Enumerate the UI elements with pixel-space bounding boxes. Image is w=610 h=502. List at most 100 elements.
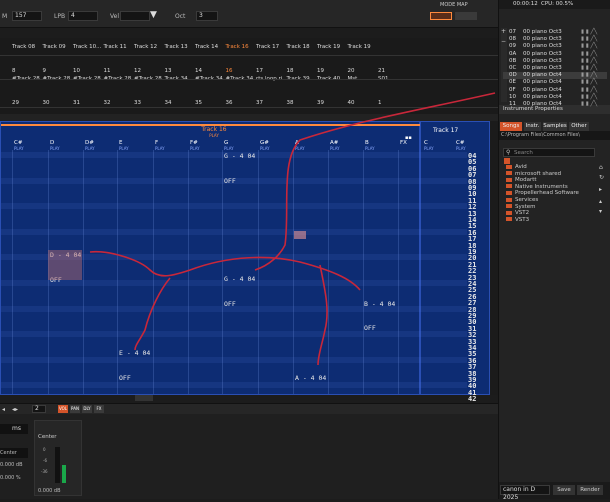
center-label: Center	[38, 434, 57, 440]
instrument-name: 00 piano Oct4	[523, 101, 562, 107]
instrument-flags: ▮ ▮ ╱╲	[581, 36, 598, 43]
meter-tick-36: -36	[41, 469, 48, 474]
browser-tab[interactable]: Instr.	[524, 122, 541, 131]
cpu-display: CPU: 00.5%	[541, 1, 574, 7]
instrument-name: 00 piano Oct4	[523, 72, 562, 79]
mixer-tab-button[interactable]: FX	[94, 405, 104, 413]
browser-tab[interactable]: Samples	[543, 122, 567, 131]
up-icon[interactable]: ▴	[599, 198, 602, 205]
instrument-flags: ▮ ▮ ╱╲	[581, 101, 598, 107]
mixer-tab-button[interactable]: VOL	[58, 405, 68, 413]
instrument-row[interactable]: 0C 00 piano Oct3 ▮ ▮ ╱╲	[503, 65, 607, 72]
play-icon[interactable]: ▸	[599, 186, 602, 193]
instrument-index: 09	[509, 43, 516, 50]
folder-icon	[506, 190, 512, 195]
instrument-name: 00 piano Oct3	[523, 57, 562, 64]
time-display: 00:00:12	[513, 1, 538, 7]
instrument-flags: ▮ ▮ ╱╲	[581, 72, 598, 79]
center-label-left[interactable]: Center	[0, 448, 28, 458]
song-name-field[interactable]: canon in D 2025	[500, 485, 550, 501]
folder-icon	[506, 197, 512, 202]
song-footer: canon in D 2025 Save Render	[499, 482, 610, 501]
folder-icon	[506, 184, 512, 189]
master-channel: Center 0 -6 -36 0.000 dB	[34, 420, 82, 496]
instrument-name: 00 piano Oct3	[523, 29, 562, 35]
instrument-name: 00 piano Oct3	[523, 43, 562, 50]
instrument-index: 0C	[509, 65, 517, 71]
folder-item[interactable]: VST3	[506, 217, 529, 223]
level-meter	[62, 465, 66, 483]
instrument-flags: ▮ ▮ ╱╲	[581, 43, 598, 50]
folder-item[interactable]: microsoft shared	[506, 171, 561, 177]
instrument-index: 0F	[509, 86, 516, 93]
folder-item[interactable]: Avid	[506, 164, 527, 170]
instrument-row[interactable]: 10 00 piano Oct4 ▮ ▮ ╱╲	[503, 94, 607, 101]
search-placeholder: Search	[514, 150, 533, 156]
folder-name: microsoft shared	[515, 170, 562, 177]
instrument-name: 00 piano Oct4	[523, 93, 562, 100]
instrument-flags: ▮ ▮ ╱╲	[581, 50, 598, 57]
instrument-flags: ▮ ▮ ╱╲	[581, 57, 598, 64]
folder-item[interactable]: Native Instruments	[506, 184, 568, 190]
instrument-index: 10	[509, 93, 516, 100]
instrument-name: 00 piano Oct3	[523, 65, 562, 71]
folder-name: VST3	[515, 216, 530, 223]
folder-name: System	[515, 203, 536, 210]
instrument-name: 00 piano Oct3	[523, 50, 562, 57]
home-icon[interactable]: ⌂	[599, 164, 603, 171]
folder-icon	[506, 210, 512, 215]
fader[interactable]	[55, 447, 60, 483]
browser-search[interactable]: ⚲ Search	[503, 148, 595, 157]
folder-name: Avid	[515, 164, 527, 170]
down-icon[interactable]: ▾	[599, 208, 602, 215]
browser-path[interactable]: C:\Program Files\Common Files\	[499, 131, 610, 140]
folder-icon	[506, 171, 512, 176]
pct-left: 0.000 %	[0, 475, 21, 481]
mixer-tab-button[interactable]: PAN	[70, 405, 80, 413]
instrument-row[interactable]: 0A 00 piano Oct3 ▮ ▮ ╱╲	[503, 51, 607, 58]
instrument-row[interactable]: 0E 00 piano Oct4 ▮ ▮ ╱╲	[503, 79, 607, 86]
folder-item[interactable]: Services	[506, 197, 538, 203]
instrument-index: 07	[509, 29, 516, 35]
instrument-flags: ▮ ▮ ╱╲	[581, 29, 598, 35]
folder-icon	[506, 217, 512, 222]
meter-tick-6: -6	[43, 458, 47, 463]
instrument-flags: ▮ ▮ ╱╲	[581, 86, 598, 93]
instrument-index: 0A	[509, 50, 517, 57]
instrument-index: 11	[509, 101, 516, 107]
ms-field[interactable]: ms	[0, 424, 28, 434]
folder-icon	[506, 204, 512, 209]
annotation-stroke	[89, 92, 496, 366]
meter-tick-0: 0	[43, 447, 46, 452]
instrument-name: 00 piano Oct4	[523, 79, 562, 86]
arrow-icon[interactable]: ◂	[2, 406, 5, 413]
folder-icon	[506, 164, 512, 169]
instrument-row[interactable]: 07 00 piano Oct3 ▮ ▮ ╱╲	[503, 29, 607, 36]
bottom-toolbar: ◂ ◂▸ 2 VOL PAN DLY FX	[0, 404, 500, 414]
mixer-tab-button[interactable]: DLY	[82, 405, 92, 413]
browser-tab[interactable]: Songs	[500, 122, 522, 131]
folder-item[interactable]: Modartt	[506, 177, 537, 183]
instrument-flags: ▮ ▮ ╱╲	[581, 79, 598, 86]
instrument-row[interactable]: 09 00 piano Oct3 ▮ ▮ ╱╲	[503, 43, 607, 50]
step-field[interactable]: 2	[32, 405, 46, 413]
instrument-flags: ▮ ▮ ╱╲	[581, 65, 598, 71]
render-button[interactable]: Render	[577, 485, 603, 495]
instrument-name: 00 piano Oct3	[523, 36, 562, 43]
folder-name: Propellerhead Software	[515, 190, 579, 197]
browser-tab[interactable]: Other	[569, 122, 589, 131]
folder-item[interactable]: System	[506, 204, 536, 210]
instrument-row[interactable]: 11 00 piano Oct4 ▮ ▮ ╱╲	[503, 101, 607, 108]
instrument-row[interactable]: 0B 00 piano Oct3 ▮ ▮ ╱╲	[503, 58, 607, 65]
db-value: 0.000 dB	[38, 488, 61, 494]
save-button[interactable]: Save	[553, 485, 575, 495]
sync-icon[interactable]: ↻	[599, 174, 604, 181]
folder-item[interactable]: VST2	[506, 210, 529, 216]
instrument-index: 08	[509, 36, 516, 43]
status-bar: 00:00:12 CPU: 00.5%	[499, 0, 610, 9]
instrument-index: 0B	[509, 57, 517, 64]
arrow-left-icon[interactable]: ◂▸	[12, 406, 18, 413]
bottom-panel: ◂ ◂▸ 2 VOL PAN DLY FX ms Center 0.000 dB 0.…	[0, 403, 500, 499]
instrument-row[interactable]: 0F 00 piano Oct4 ▮ ▮ ╱╲	[503, 87, 607, 94]
folder-item[interactable]: Propellerhead Software	[506, 190, 579, 196]
